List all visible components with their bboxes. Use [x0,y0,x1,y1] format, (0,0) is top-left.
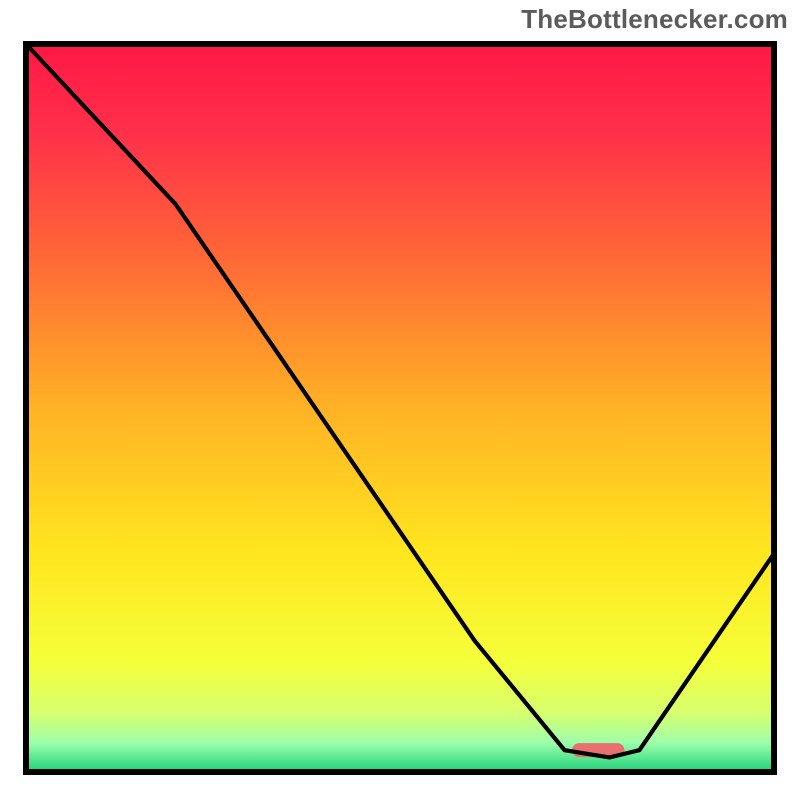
chart-svg [20,38,780,778]
bottleneck-chart [20,38,780,778]
watermark-text: TheBottlenecker.com [521,4,788,35]
chart-background [26,44,774,772]
